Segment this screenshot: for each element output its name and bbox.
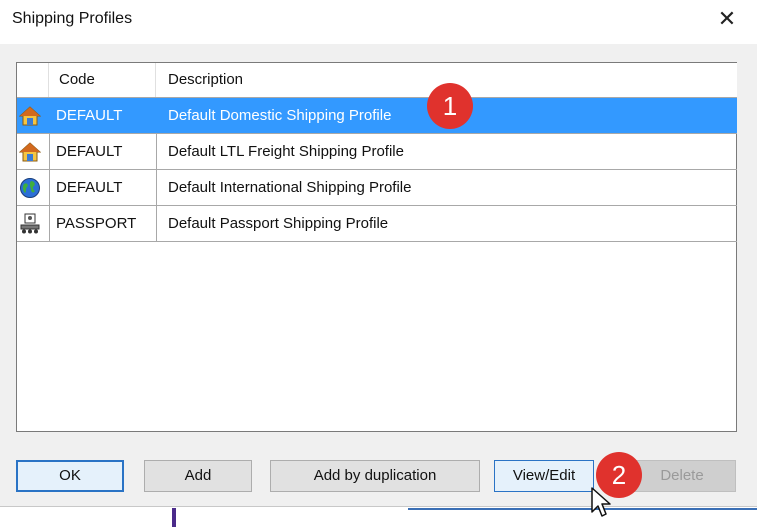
list-row-international[interactable]: DEFAULT Default International Shipping P… [17, 170, 737, 206]
globe-icon [19, 177, 41, 199]
row-description: Default International Shipping Profile [168, 179, 412, 196]
row-description: Default Passport Shipping Profile [168, 215, 389, 232]
view-edit-button[interactable]: View/Edit [494, 460, 594, 492]
passport-icon [19, 213, 41, 235]
add-button[interactable]: Add [144, 460, 252, 492]
grid-line [17, 241, 737, 242]
grid-line [49, 134, 50, 241]
row-code: DEFAULT [56, 179, 123, 196]
list-header: Code Description [17, 63, 737, 97]
close-icon[interactable]: ✕ [713, 4, 741, 34]
title-bar: Shipping Profiles ✕ [0, 0, 757, 44]
ok-button[interactable]: OK [16, 460, 124, 492]
shipping-profiles-dialog: Shipping Profiles ✕ Code Description DEF… [0, 0, 757, 527]
list-row-ltl[interactable]: DEFAULT Default LTL Freight Shipping Pro… [17, 134, 737, 170]
divider [0, 506, 757, 507]
grid-line [17, 169, 737, 170]
list-row-domestic[interactable]: DEFAULT Default Domestic Shipping Profil… [17, 98, 737, 134]
dialog-title: Shipping Profiles [12, 10, 133, 27]
annotation-badge-1: 1 [427, 83, 473, 129]
shipping-profiles-list[interactable]: Code Description DEFAULT Default Domesti… [16, 62, 737, 432]
background-accent [408, 508, 757, 510]
list-row-passport[interactable]: PASSPORT Default Passport Shipping Profi… [17, 206, 737, 242]
grid-line [17, 205, 737, 206]
delete-button[interactable]: Delete [628, 460, 736, 492]
row-code: PASSPORT [56, 215, 137, 232]
house-icon [18, 141, 42, 163]
column-header-code[interactable]: Code [49, 63, 156, 97]
grid-line [17, 97, 737, 98]
row-code: DEFAULT [56, 143, 123, 160]
grid-line [17, 133, 737, 134]
add-by-duplication-button[interactable]: Add by duplication [270, 460, 480, 492]
grid-line [156, 134, 157, 241]
house-icon [18, 105, 42, 127]
row-description: Default LTL Freight Shipping Profile [168, 143, 404, 160]
row-code: DEFAULT [56, 107, 123, 124]
mouse-cursor-icon [591, 487, 611, 517]
background-accent [172, 508, 176, 527]
icon-column-header[interactable] [17, 63, 49, 97]
